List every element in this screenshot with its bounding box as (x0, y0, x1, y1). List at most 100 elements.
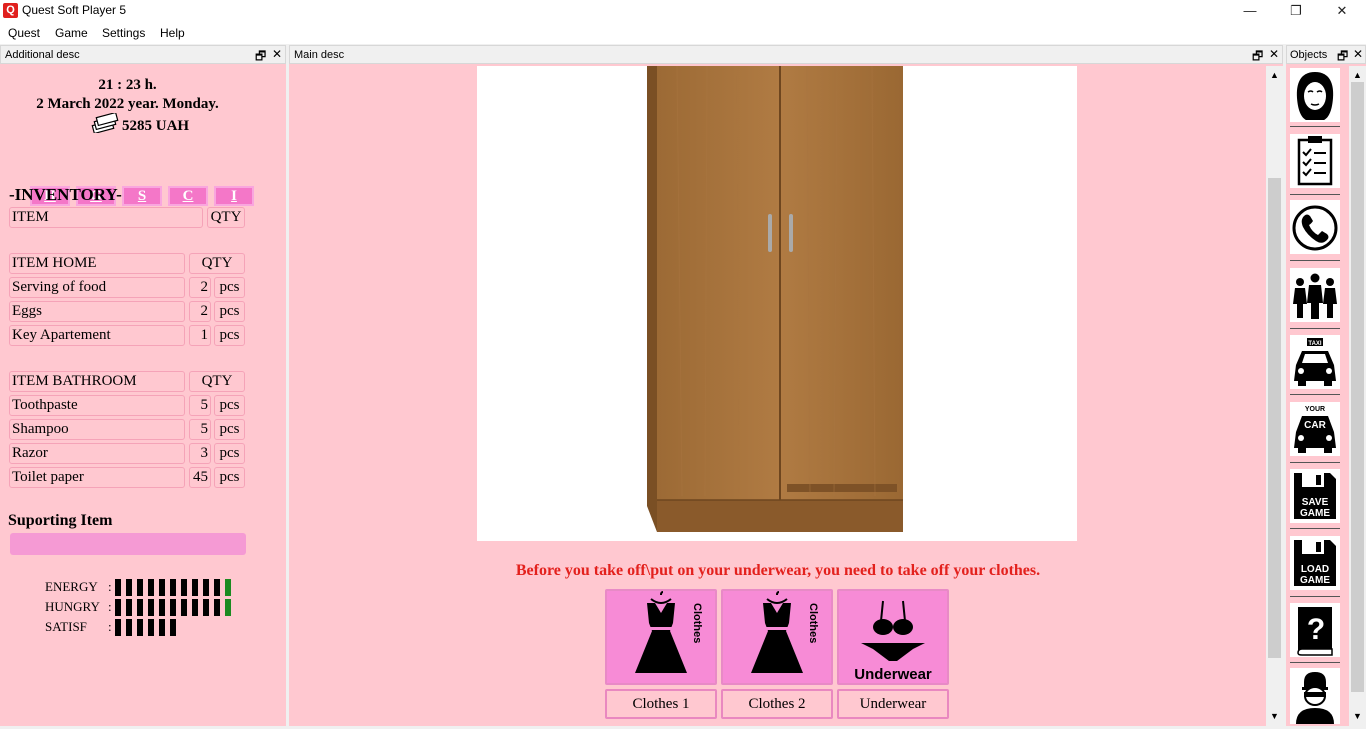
row-unit: pcs (214, 301, 245, 322)
game-text: GAME (1300, 575, 1330, 586)
menu-game[interactable]: Game (55, 26, 88, 40)
stat-bar-segment (170, 579, 176, 596)
help-book-icon: ? (1297, 607, 1333, 656)
stat-bar-segment (126, 579, 132, 596)
stat-bar-segment (192, 579, 198, 596)
scroll-up-icon[interactable]: ▲ (1353, 70, 1362, 80)
close-window-button[interactable]: ✕ (1319, 0, 1365, 22)
thief-button[interactable] (1290, 668, 1340, 724)
stat-bar-segment (126, 599, 132, 616)
objects-scrollbar[interactable]: ▲ ▼ (1349, 66, 1366, 726)
close-panel-icon[interactable]: ✕ (1269, 47, 1279, 61)
people-group-icon (1293, 273, 1337, 319)
window-title: Quest Soft Player 5 (22, 3, 127, 17)
underwear-icon-text: Underwear (854, 666, 932, 683)
scroll-up-icon[interactable]: ▲ (1270, 70, 1279, 80)
row-qty: 2 (189, 301, 211, 322)
stat-bar-segment (137, 579, 143, 596)
restore-panel-icon[interactable]: 🗗 (1337, 47, 1348, 68)
menu-quest[interactable]: Quest (8, 26, 40, 40)
money-icon (91, 111, 121, 135)
stat-bar-segment (115, 619, 121, 636)
stat-bar-segment (181, 579, 187, 596)
phone-button[interactable] (1290, 200, 1340, 254)
row-unit: pcs (214, 443, 245, 464)
clothes-vertical-text: Clothes (691, 603, 703, 643)
woman-portrait-button[interactable] (1290, 68, 1340, 122)
scroll-thumb[interactable] (1268, 178, 1281, 658)
stat-label: HUNGRY (45, 599, 100, 614)
bathroom-item-header: ITEM BATHROOM (9, 371, 185, 392)
lingerie-icon: Underwear (854, 600, 932, 683)
taxi-sign-text: TAXI (1308, 341, 1322, 347)
scroll-down-icon[interactable]: ▼ (1270, 711, 1279, 721)
row-qty: 3 (189, 443, 211, 464)
people-button[interactable] (1290, 268, 1340, 322)
separator (1290, 462, 1340, 463)
stat-separator: : (108, 599, 112, 614)
clothes-2-button[interactable]: Clothes (721, 589, 833, 685)
your-text: YOUR (1305, 406, 1325, 413)
row-unit: pcs (214, 419, 245, 440)
additional-desc-title: Additional desc (5, 49, 80, 61)
maximize-button[interactable]: ❐ (1273, 0, 1319, 22)
stat-bar-segment (148, 579, 154, 596)
clothes-1-button[interactable]: Clothes (605, 589, 717, 685)
app-logo-icon: Q (3, 3, 18, 18)
stat-bar-segment (148, 599, 154, 616)
dress-icon: Clothes (635, 591, 703, 673)
home-qty-header: QTY (189, 253, 245, 274)
supporting-item-title: Suporting Item (8, 512, 113, 529)
save-game-icon: SAVE GAME (1294, 473, 1336, 519)
clothes-1-label[interactable]: Clothes 1 (605, 689, 717, 719)
game-date: 2 March 2022 year. Monday. (36, 96, 219, 112)
clothes-vertical-text: Clothes (807, 603, 819, 643)
menu-settings[interactable]: Settings (102, 26, 145, 40)
row-name: Key Apartement (9, 325, 185, 346)
objects-header: Objects 🗗 ✕ (1286, 45, 1366, 64)
save-game-button[interactable]: SAVE GAME (1290, 469, 1340, 523)
menu-help[interactable]: Help (160, 26, 185, 40)
stat-bar-segment (225, 579, 231, 596)
separator (1290, 126, 1340, 127)
nav-button-i[interactable]: I (214, 186, 254, 206)
stat-label: SATISF (45, 619, 87, 634)
separator (1290, 528, 1340, 529)
clipboard-checklist-icon (1297, 136, 1333, 186)
nav-button-c[interactable]: C (168, 186, 208, 206)
minimize-button[interactable]: — (1227, 0, 1273, 22)
warning-message: Before you take off\put on your underwea… (515, 562, 1041, 579)
dress-icon: Clothes (751, 591, 819, 673)
nav-button-s[interactable]: S (122, 186, 162, 206)
stat-bar-segment (214, 579, 220, 596)
load-game-button[interactable]: LOAD GAME (1290, 536, 1340, 590)
clothes-2-label[interactable]: Clothes 2 (721, 689, 833, 719)
restore-panel-icon[interactable]: 🗗 (255, 47, 266, 68)
stat-bar-segment (137, 619, 143, 636)
inventory-item-header: ITEM (9, 207, 203, 228)
your-car-button[interactable]: YOUR CAR (1290, 402, 1340, 456)
money-amount: 5285 UAH (122, 118, 190, 134)
phone-icon (1292, 205, 1338, 251)
row-name: Eggs (9, 301, 185, 322)
main-desc-title: Main desc (294, 49, 345, 61)
stat-bar-segment (115, 599, 121, 616)
stat-bar-segment (203, 599, 209, 616)
load-text: LOAD (1301, 564, 1329, 575)
underwear-button[interactable]: Underwear (837, 589, 949, 685)
close-panel-icon[interactable]: ✕ (272, 47, 282, 61)
underwear-label[interactable]: Underwear (837, 689, 949, 719)
help-button[interactable]: ? (1290, 603, 1340, 657)
taxi-button[interactable]: TAXI (1290, 335, 1340, 389)
tasks-button[interactable] (1290, 134, 1340, 188)
row-name: Toilet paper (9, 467, 185, 488)
scroll-down-icon[interactable]: ▼ (1353, 711, 1362, 721)
stat-separator: : (108, 619, 112, 634)
scroll-thumb[interactable] (1351, 82, 1364, 692)
restore-panel-icon[interactable]: 🗗 (1252, 47, 1263, 68)
main-scrollbar[interactable]: ▲ ▼ (1266, 66, 1283, 726)
close-panel-icon[interactable]: ✕ (1353, 47, 1363, 61)
main-desc-header: Main desc 🗗 ✕ (289, 45, 1283, 64)
row-qty: 2 (189, 277, 211, 298)
bathroom-qty-header: QTY (189, 371, 245, 392)
